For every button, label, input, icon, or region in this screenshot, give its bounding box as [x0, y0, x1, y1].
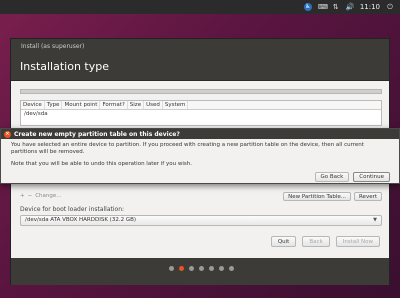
accessibility-icon[interactable]: ♿	[303, 3, 312, 11]
keyboard-icon[interactable]: ⌨	[318, 3, 328, 11]
close-icon[interactable]: ×	[4, 130, 11, 138]
progress-dot	[228, 265, 234, 271]
partition-tools: + − Change... New Partition Table... Rev…	[20, 192, 382, 202]
boot-device-select[interactable]: /dev/sda ATA VBOX HARDDISK (32.2 GB) ▼	[20, 215, 382, 226]
page-title: Installation type	[11, 53, 389, 81]
progress-dot	[178, 265, 184, 271]
network-icon[interactable]: ⇅	[332, 3, 340, 11]
progress-dot	[218, 265, 224, 271]
new-partition-table-button[interactable]: New Partition Table...	[283, 192, 351, 201]
remove-partition-button[interactable]: −	[28, 192, 33, 201]
volume-icon[interactable]: 🔊	[346, 3, 355, 11]
back-button[interactable]: Back	[302, 236, 330, 247]
progress-dot	[198, 265, 204, 271]
continue-button[interactable]: Continue	[353, 172, 390, 182]
dialog-message: You have selected an entire device to pa…	[11, 142, 364, 155]
dialog-buttons: Go Back Continue	[314, 172, 390, 182]
column-header[interactable]: Type	[45, 101, 63, 109]
column-header[interactable]: System	[163, 101, 189, 109]
dialog-note: Note that you will be able to undo this …	[11, 161, 192, 167]
install-now-button[interactable]: Install Now	[335, 236, 380, 247]
column-header[interactable]: Size	[128, 101, 145, 109]
column-header[interactable]: Device	[21, 101, 45, 109]
progress-dot	[208, 265, 214, 271]
progress-dot	[168, 265, 174, 271]
go-back-button[interactable]: Go Back	[314, 172, 350, 182]
partition-dialog: × Create new empty partition table on th…	[0, 128, 400, 184]
column-header[interactable]: Format?	[100, 101, 128, 109]
window-title: Install (as superuser)	[11, 39, 389, 53]
clock[interactable]: 11:10	[360, 3, 380, 11]
progress-dots	[11, 263, 391, 273]
revert-button[interactable]: Revert	[353, 192, 382, 201]
navigation-buttons: Quit Back Install Now	[270, 236, 380, 247]
table-row[interactable]: /dev/sda	[21, 110, 381, 119]
dialog-title: Create new empty partition table on this…	[14, 130, 180, 138]
power-icon[interactable]: ⏻	[386, 3, 394, 11]
partition-bar	[20, 89, 382, 94]
dialog-titlebar: × Create new empty partition table on th…	[1, 129, 399, 139]
chevron-down-icon: ▼	[373, 217, 377, 223]
partition-table: Device Type Mount point Format? Size Use…	[20, 100, 382, 126]
boot-loader-label: Device for boot loader installation:	[20, 206, 125, 213]
change-partition-button[interactable]: Change...	[35, 192, 61, 201]
column-header[interactable]: Used	[144, 101, 163, 109]
progress-dot	[188, 265, 194, 271]
boot-device-value: /dev/sda ATA VBOX HARDDISK (32.2 GB)	[25, 217, 137, 223]
column-header[interactable]: Mount point	[62, 101, 101, 109]
quit-button[interactable]: Quit	[270, 236, 297, 247]
top-panel: ♿ ⌨ ⇅ 🔊 11:10 ⏻	[0, 0, 400, 14]
add-partition-button[interactable]: +	[20, 192, 25, 201]
table-header: Device Type Mount point Format? Size Use…	[21, 101, 381, 110]
